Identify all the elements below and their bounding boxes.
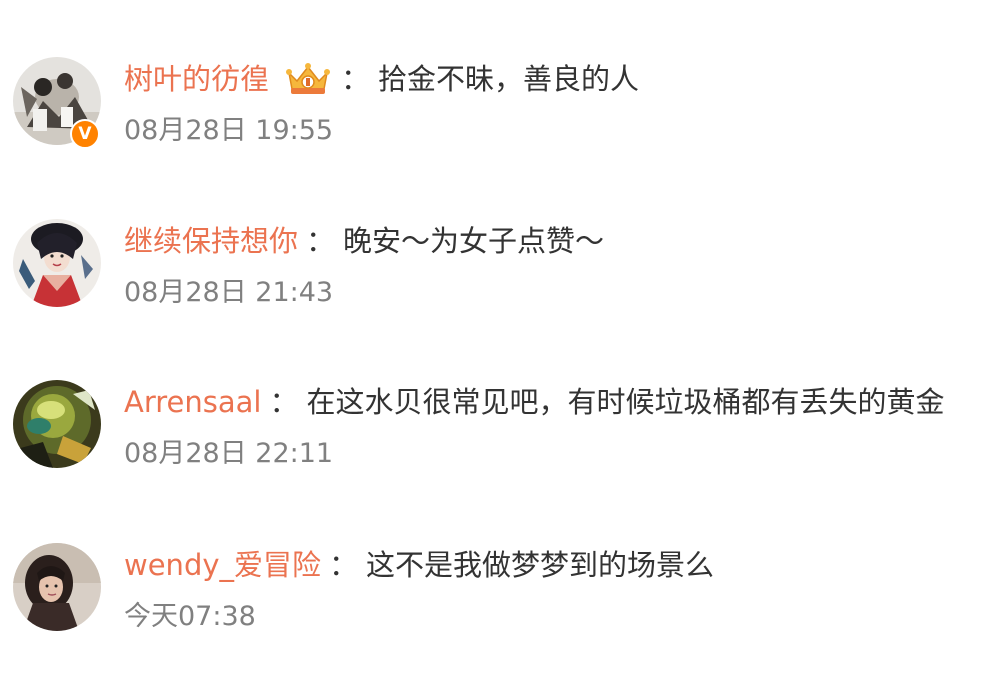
username-link[interactable]: 继续保持想你: [124, 221, 298, 261]
comment-content: 继续保持想你：晚安～为女子点赞～: [124, 221, 604, 261]
colon-separator: ：: [329, 548, 359, 582]
comment-item: 继续保持想你：晚安～为女子点赞～ 08月28日 21:43: [0, 219, 1000, 339]
verified-v-icon: V: [70, 119, 100, 149]
username-link[interactable]: Arrensaal: [124, 382, 261, 422]
comment-timestamp: 08月28日 19:55: [124, 115, 334, 146]
comment-text: 在这水贝很常见吧，有时候垃圾桶都有丢失的黄金: [306, 385, 945, 419]
comment-content: wendy_爱冒险：这不是我做梦梦到的场景么: [124, 545, 714, 585]
comment-item: Arrensaal：在这水贝很常见吧，有时候垃圾桶都有丢失的黄金 08月28日 …: [0, 380, 1000, 500]
comment-text: 这不是我做梦梦到的场景么: [366, 548, 715, 582]
avatar[interactable]: [13, 543, 101, 631]
colon-separator: ：: [341, 62, 371, 96]
comment-timestamp: 08月28日 21:43: [124, 277, 334, 308]
comment-text: 晚安～为女子点赞～: [343, 224, 605, 258]
avatar[interactable]: [13, 219, 101, 307]
comment-list: V 树叶的彷徨 ：拾金不昧，善良的人 08月28日 19:55 继续保持想你 ：…: [0, 0, 1000, 675]
avatar[interactable]: [13, 380, 101, 468]
comment-timestamp: 08月28日 22:11: [124, 438, 334, 469]
comment-timestamp: 今天07:38: [124, 601, 256, 632]
comment-content: Arrensaal：在这水贝很常见吧，有时候垃圾桶都有丢失的黄金: [124, 382, 945, 422]
comment-content: 树叶的彷徨 ：拾金不昧，善良的人: [124, 59, 639, 99]
colon-separator: ：: [269, 385, 299, 419]
comment-item: wendy_爱冒险：这不是我做梦梦到的场景么 今天07:38: [0, 543, 1000, 663]
colon-separator: ：: [306, 224, 336, 258]
username-link[interactable]: 树叶的彷徨: [124, 59, 269, 99]
username-link[interactable]: wendy_爱冒险: [124, 545, 321, 585]
comment-item: V 树叶的彷徨 ：拾金不昧，善良的人 08月28日 19:55: [0, 57, 1000, 177]
comment-text: 拾金不昧，善良的人: [378, 62, 640, 96]
crown-member-icon[interactable]: [283, 59, 333, 99]
